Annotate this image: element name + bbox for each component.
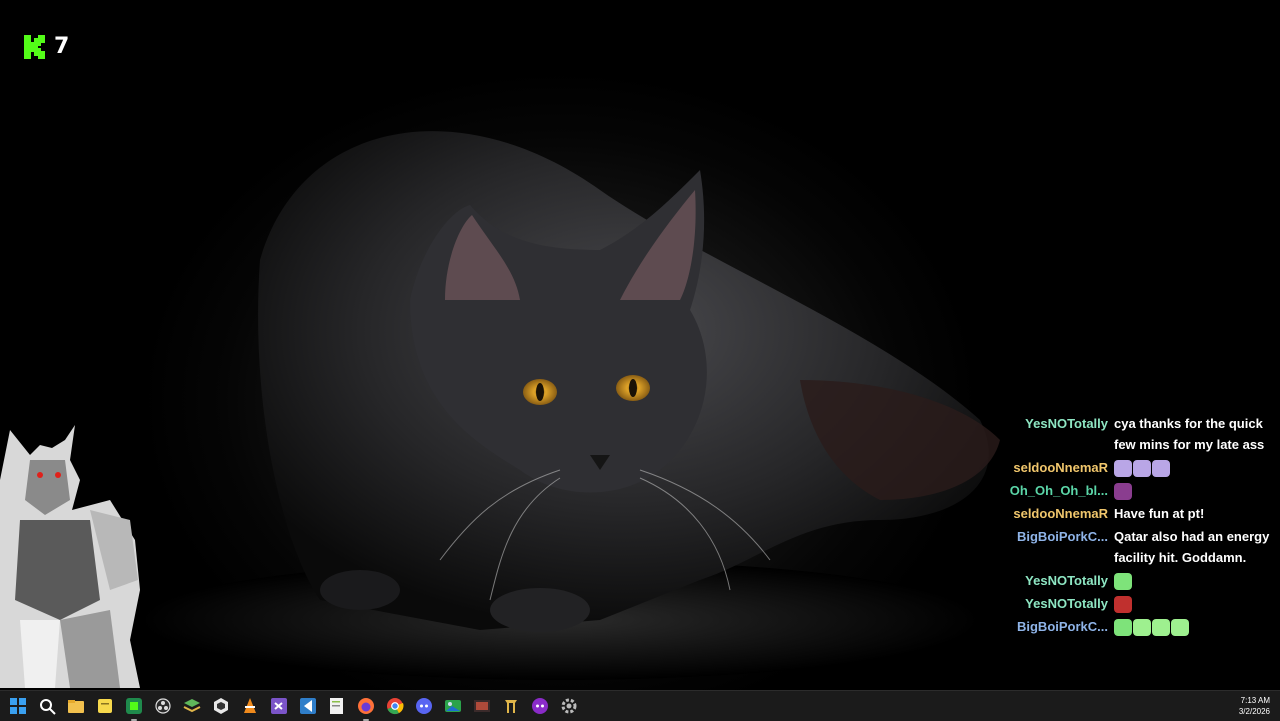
firefox-icon[interactable] bbox=[356, 696, 376, 721]
chat-message: YesNOTotally cya thanks for the quick few… bbox=[1000, 413, 1280, 455]
viewer-count: 7 bbox=[54, 34, 70, 59]
clock-time: 7:13 AM bbox=[1240, 696, 1270, 705]
unity-icon[interactable] bbox=[211, 696, 231, 716]
chat-username: BigBoiPorkC... bbox=[1016, 529, 1108, 544]
system-tray-clock[interactable]: 7:13 AM 3/2/2026 bbox=[1239, 695, 1270, 717]
chat-username: YesNOTotally bbox=[1025, 573, 1108, 588]
chat-message-text bbox=[1114, 593, 1274, 614]
red-face-emote bbox=[1114, 596, 1132, 614]
ghost-purple-emote bbox=[1114, 460, 1132, 478]
chat-message-text bbox=[1114, 480, 1274, 501]
chat-message: Oh_Oh_Oh_bl... bbox=[1000, 480, 1280, 501]
sticky-notes-icon[interactable] bbox=[95, 696, 115, 716]
file-explorer-icon[interactable] bbox=[66, 696, 86, 716]
obs-icon[interactable] bbox=[153, 696, 173, 716]
ghost-purple-emote bbox=[1152, 460, 1170, 478]
tools-icon[interactable] bbox=[501, 696, 521, 716]
media-player-icon[interactable] bbox=[472, 696, 492, 716]
small-avatar-emote bbox=[1114, 483, 1132, 501]
visual-studio-code-icon[interactable] bbox=[298, 696, 318, 716]
photos-app-icon[interactable] bbox=[443, 696, 463, 716]
chat-username: BigBoiPorkC... bbox=[1016, 619, 1108, 634]
chat-username: YesNOTotally bbox=[1025, 416, 1108, 431]
chat-message-text: cya thanks for the quick few mins for my… bbox=[1114, 416, 1265, 452]
chat-message: BigBoiPorkC... Qatar also had an energy f… bbox=[1000, 526, 1280, 568]
chat-message: seldooNnemaR Have fun at pt! bbox=[1000, 503, 1280, 524]
kick-viewer-badge: 7 bbox=[24, 34, 69, 59]
green-frog-emote bbox=[1114, 619, 1132, 637]
discord-alt-icon[interactable] bbox=[530, 696, 550, 716]
chat-message: seldooNnemaR bbox=[1000, 457, 1280, 478]
vlc-icon[interactable] bbox=[240, 696, 260, 716]
chat-message-text: Have fun at pt! bbox=[1114, 506, 1205, 521]
chat-username: seldooNnemaR bbox=[1013, 460, 1108, 475]
chrome-icon[interactable] bbox=[385, 696, 405, 716]
chat-overlay: YesNOTotally cya thanks for the quick few… bbox=[1000, 413, 1280, 639]
chat-username: seldooNnemaR bbox=[1013, 506, 1108, 521]
armored-wolf-avatar-image bbox=[0, 425, 140, 688]
notepad-plus-icon[interactable] bbox=[327, 696, 347, 716]
visual-studio-icon[interactable] bbox=[269, 696, 289, 716]
search-icon[interactable] bbox=[37, 696, 57, 716]
windows-start-icon[interactable] bbox=[8, 696, 28, 716]
chat-username: YesNOTotally bbox=[1025, 596, 1108, 611]
kick-app-icon[interactable] bbox=[124, 696, 144, 721]
chat-message: YesNOTotally bbox=[1000, 570, 1280, 591]
discord-icon[interactable] bbox=[414, 696, 434, 716]
chat-message-text bbox=[1114, 570, 1274, 591]
chat-message-text bbox=[1114, 616, 1274, 637]
taskbar: 7:13 AM 3/2/2026 bbox=[0, 690, 1280, 721]
chat-message: YesNOTotally bbox=[1000, 593, 1280, 614]
chat-message: BigBoiPorkC... bbox=[1000, 616, 1280, 637]
chat-username: Oh_Oh_Oh_bl... bbox=[1009, 483, 1108, 498]
ghost-purple-emote bbox=[1133, 460, 1151, 478]
layers-app-icon[interactable] bbox=[182, 696, 202, 716]
kick-logo-icon bbox=[24, 34, 45, 59]
desktop-wallpaper: 7 YesNOTotally cya thanks for the quick f… bbox=[0, 0, 1280, 690]
green-blob-emote bbox=[1152, 619, 1170, 637]
chat-message-text bbox=[1114, 457, 1274, 478]
green-blob-emote bbox=[1133, 619, 1151, 637]
green-blob-emote bbox=[1171, 619, 1189, 637]
chat-message-text: Qatar also had an energy facility hit. G… bbox=[1114, 529, 1270, 565]
settings-gear-icon[interactable] bbox=[559, 696, 579, 716]
clock-date: 3/2/2026 bbox=[1238, 707, 1270, 716]
green-frog-emote bbox=[1114, 573, 1132, 591]
